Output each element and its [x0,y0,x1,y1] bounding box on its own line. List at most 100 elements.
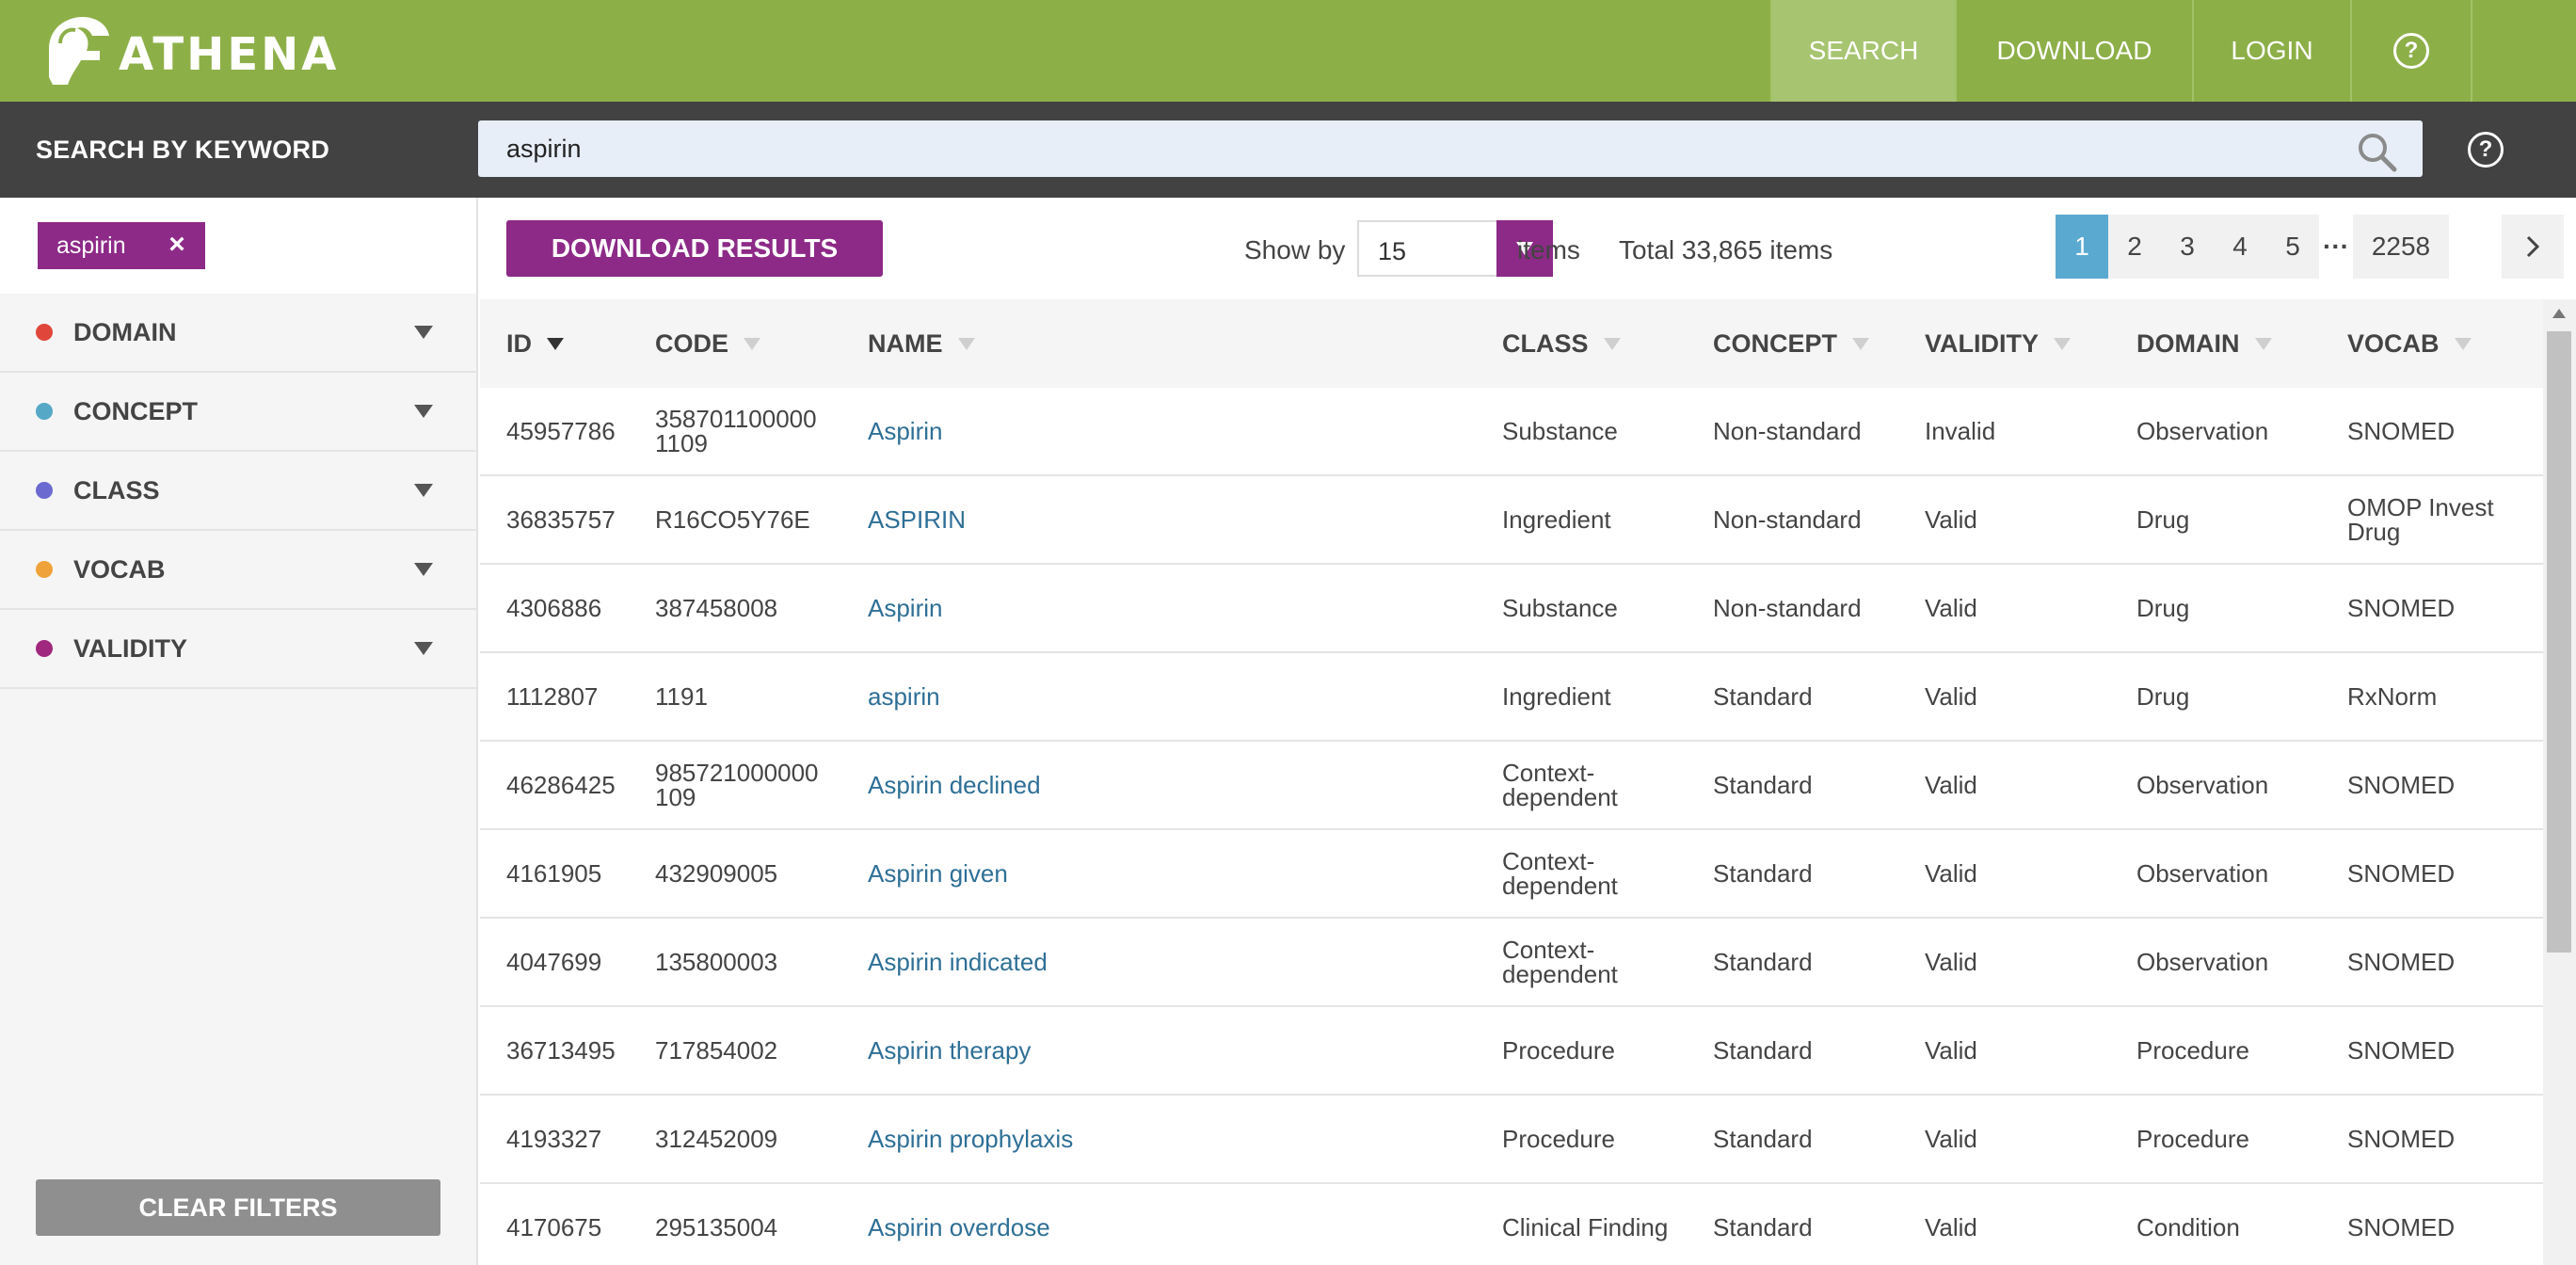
table-row[interactable]: 36713495 717854002 Aspirin therapy Procedur… [480,1007,2543,1096]
column-header-name[interactable]: NAME [868,299,1480,388]
table-row[interactable]: 4161905 432909005 Aspirin given Context-dep… [480,830,2543,919]
table-row[interactable]: 4047699 135800003 Aspirin indicated Context… [480,919,2543,1007]
scrollbar-thumb[interactable] [2547,331,2571,953]
download-results-button[interactable]: DOWNLOAD RESULTS [506,220,883,277]
pagination: 1 2 3 4 5 ··· 2258 [2056,215,2449,279]
facet-vocab[interactable]: VOCAB [0,531,476,610]
class-dot-icon [36,482,53,499]
close-icon[interactable]: × [164,231,190,259]
validity-dot-icon [36,640,53,657]
row-id-cell: 36835757 [506,505,616,534]
row-code-cell: 387458008 [655,594,778,622]
row-name-link[interactable]: ASPIRIN [868,476,1480,563]
page-button[interactable]: 3 [2161,215,2214,279]
domain-dot-icon [36,324,53,341]
table-row[interactable]: 45957786 358701100000 1109 Aspirin Substanc… [480,388,2543,476]
row-vocab-cell: SNOMED [2347,594,2456,622]
table-row[interactable]: 4170675 295135004 Aspirin overdose Clinical… [480,1184,2543,1265]
page-button-last[interactable]: 2258 [2353,215,2449,279]
column-header-concept[interactable]: CONCEPT [1713,299,1915,388]
row-concept-cell: Standard [1713,948,1813,976]
scroll-up-arrow-icon[interactable] [2552,309,2566,318]
nav-download[interactable]: DOWNLOAD [1955,0,2192,102]
chevron-down-icon[interactable] [414,326,433,339]
row-concept-cell: Standard [1713,682,1813,711]
facet-domain[interactable]: DOMAIN [0,294,476,373]
results-table: ID CODE NAME CLASS CONCEPT VALIDITY DOMA… [480,299,2543,1265]
chevron-down-icon[interactable] [414,405,433,418]
column-header-vocab[interactable]: VOCAB [2347,299,2536,388]
row-code-cell: R16CO5Y76E [655,505,810,534]
row-validity-cell: Valid [1925,1036,1977,1065]
row-id-cell: 4193327 [506,1125,602,1153]
row-concept-cell: Standard [1713,1213,1813,1241]
table-row[interactable]: 4193327 312452009 Aspirin prophylaxis Proce… [480,1096,2543,1184]
sort-icon[interactable] [2054,337,2071,350]
sort-icon[interactable] [2454,337,2472,350]
search-input[interactable] [478,120,2342,177]
row-name-link[interactable]: Aspirin declined [868,742,1480,828]
sort-icon[interactable] [744,337,761,350]
row-id-cell: 4306886 [506,594,602,622]
column-header-id[interactable]: ID [506,299,648,388]
sort-icon[interactable] [2254,337,2272,350]
table-row[interactable]: 1112807 1191 aspirin Ingredient Standard Vali… [480,653,2543,742]
clear-filters-button[interactable]: CLEAR FILTERS [36,1179,440,1236]
page-button[interactable]: 1 [2056,215,2108,279]
row-domain-cell: Drug [2136,594,2190,622]
nav-login[interactable]: LOGIN [2192,0,2350,102]
facet-label: VOCAB [73,554,166,584]
search-help-button[interactable]: ? [2468,132,2504,168]
row-code-cell: 717854002 [655,1036,778,1065]
page-button[interactable]: 2 [2108,215,2161,279]
row-domain-cell: Observation [2136,771,2269,799]
facet-class[interactable]: CLASS [0,452,476,531]
row-name-link[interactable]: Aspirin [868,565,1480,651]
row-vocab-cell: SNOMED [2347,1125,2456,1153]
row-name-link[interactable]: Aspirin prophylaxis [868,1096,1480,1182]
row-name-link[interactable]: Aspirin indicated [868,919,1480,1005]
sort-down-icon[interactable] [547,337,564,350]
row-domain-cell: Drug [2136,505,2190,534]
chevron-down-icon[interactable] [414,484,433,497]
column-header-validity[interactable]: VALIDITY [1925,299,2127,388]
row-name-link[interactable]: Aspirin therapy [868,1007,1480,1094]
chevron-right-icon [2526,235,2540,258]
row-name-link[interactable]: Aspirin [868,388,1480,474]
sort-icon[interactable] [1852,337,1870,350]
app-name: ATHENA [119,28,340,81]
nav-help-button[interactable]: ? [2350,0,2472,102]
chevron-down-icon[interactable] [414,642,433,655]
row-name-link[interactable]: aspirin [868,653,1480,740]
next-page-button[interactable] [2502,215,2564,279]
total-count: Total 33,865 items [1619,235,1833,264]
table-header: ID CODE NAME CLASS CONCEPT VALIDITY DOMA… [480,299,2543,388]
table-row[interactable]: 36835757 R16CO5Y76E ASPIRIN Ingredient Non-s… [480,476,2543,565]
table-scrollbar[interactable] [2543,299,2576,1265]
facet-list: DOMAIN CONCEPT CLASS VOCAB VALIDITY [0,294,476,689]
row-code-cell: 295135004 [655,1213,778,1241]
nav-search[interactable]: SEARCH [1770,0,1955,102]
column-header-code[interactable]: CODE [655,299,834,388]
facet-concept[interactable]: CONCEPT [0,373,476,452]
chevron-down-icon[interactable] [414,563,433,576]
row-vocab-cell: SNOMED [2347,1213,2456,1241]
sort-icon[interactable] [1603,337,1621,350]
column-header-domain[interactable]: DOMAIN [2136,299,2339,388]
row-domain-cell: Condition [2136,1213,2240,1241]
search-icon[interactable] [2355,130,2398,173]
row-code-cell: 135800003 [655,948,778,976]
page-button[interactable]: 5 [2266,215,2319,279]
row-name-link[interactable]: Aspirin given [868,830,1480,917]
column-header-class[interactable]: CLASS [1502,299,1700,388]
row-class-cell: Ingredient [1502,505,1611,534]
show-by-label: Show by [1244,235,1346,264]
app-logo[interactable]: ATHENA [40,11,339,90]
page-button[interactable]: 4 [2214,215,2266,279]
row-name-link[interactable]: Aspirin overdose [868,1184,1480,1265]
row-class-cell: Context-dependent [1502,847,1618,900]
table-row[interactable]: 46286425 985721000000 109 Aspirin declined… [480,742,2543,830]
facet-validity[interactable]: VALIDITY [0,610,476,689]
table-row[interactable]: 4306886 387458008 Aspirin Substance Non-stan… [480,565,2543,653]
sort-icon[interactable] [957,337,975,350]
